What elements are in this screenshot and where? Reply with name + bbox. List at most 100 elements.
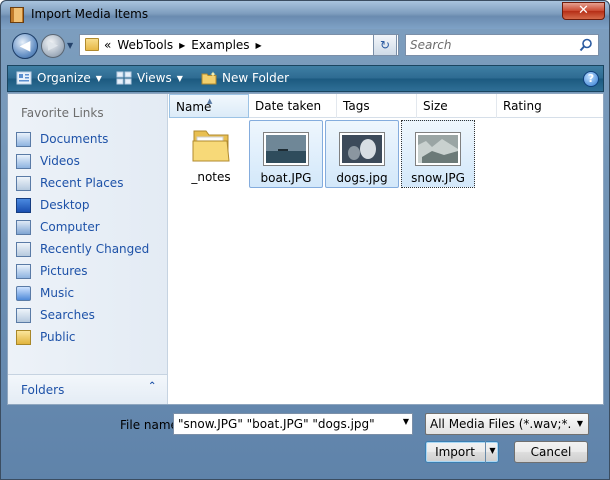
documents-icon <box>16 131 31 147</box>
sidebar-item-pictures[interactable]: Pictures <box>16 260 164 282</box>
close-button[interactable]: ✕ <box>562 2 605 20</box>
title-bar[interactable]: Import Media Items ✕ <box>1 1 609 29</box>
file-type-select[interactable]: All Media Files (*.wav;*.aif;*.ai ▼ <box>425 413 589 435</box>
import-label: Import <box>435 445 475 459</box>
sidebar-item-searches[interactable]: Searches <box>16 304 164 326</box>
file-item-snow[interactable]: snow.JPG <box>401 120 475 188</box>
sidebar-item-label: Pictures <box>40 264 88 278</box>
chevron-right-icon[interactable]: ▶ <box>179 41 185 50</box>
new-folder-label: New Folder <box>222 71 290 85</box>
navigation-pane: Favorite Links Documents Videos Recent P… <box>8 94 168 404</box>
image-thumbnail <box>339 132 385 166</box>
file-name: snow.JPG <box>411 171 465 185</box>
folders-label: Folders <box>21 383 65 397</box>
recent-pages-dropdown[interactable]: ▼ <box>67 41 73 50</box>
import-options-dropdown[interactable]: ▼ <box>485 441 499 463</box>
search-input[interactable]: Search <box>405 34 599 56</box>
column-header-label: Size <box>423 99 448 113</box>
forward-button[interactable]: ▶ <box>41 34 65 58</box>
breadcrumb-overflow[interactable]: « <box>104 38 111 52</box>
column-header-rating[interactable]: Rating <box>497 94 597 118</box>
sidebar-item-computer[interactable]: Computer <box>16 216 164 238</box>
folder-icon <box>192 130 230 162</box>
organize-icon <box>16 71 32 85</box>
views-label: Views <box>137 71 172 85</box>
chevron-down-icon: ▼ <box>95 73 102 83</box>
breadcrumb-webtools[interactable]: WebTools <box>117 38 173 52</box>
search-icon[interactable] <box>579 38 593 52</box>
new-folder-button[interactable]: New Folder <box>201 71 289 85</box>
videos-icon <box>16 153 31 169</box>
new-folder-icon <box>201 71 217 85</box>
import-media-dialog: Import Media Items ✕ ◀ ▶ ▼ « WebTools ▶ … <box>0 0 610 480</box>
chevron-down-icon[interactable]: ▼ <box>403 417 409 426</box>
folder-icon <box>16 329 31 345</box>
column-header-label: Rating <box>503 99 542 113</box>
file-name-input[interactable]: "snow.JPG" "boat.JPG" "dogs.jpg" ▼ <box>173 413 413 435</box>
chevron-right-icon[interactable]: ▶ <box>256 41 262 50</box>
file-name: _notes <box>191 170 231 184</box>
organize-label: Organize <box>37 71 91 85</box>
sidebar-item-public[interactable]: Public <box>16 326 164 348</box>
column-header-label: Tags <box>343 99 370 113</box>
sidebar-item-label: Recently Changed <box>40 242 150 256</box>
desktop-icon <box>16 197 31 213</box>
searches-icon <box>16 307 31 323</box>
sidebar-item-music[interactable]: Music <box>16 282 164 304</box>
chevron-down-icon[interactable]: ▼ <box>572 414 588 434</box>
chevron-up-icon: ⌃ <box>148 381 157 392</box>
file-item-dogs[interactable]: dogs.jpg <box>325 120 399 188</box>
column-header-size[interactable]: Size <box>417 94 497 118</box>
file-name: dogs.jpg <box>336 171 388 185</box>
file-item-notes[interactable]: _notes <box>175 120 249 188</box>
sidebar-item-label: Public <box>40 330 76 344</box>
back-button[interactable]: ◀ <box>12 33 38 59</box>
sidebar-item-label: Music <box>40 286 75 300</box>
image-thumbnail <box>415 132 461 166</box>
views-icon <box>116 71 132 85</box>
column-header-label: Date taken <box>255 99 322 113</box>
chevron-down-icon: ▼ <box>176 73 183 83</box>
sidebar-item-desktop[interactable]: Desktop <box>16 194 164 216</box>
file-list-pane: ▲ Name Date taken Tags Size Rating _note… <box>169 94 603 404</box>
recent-places-icon <box>16 175 31 191</box>
search-placeholder: Search <box>410 38 452 52</box>
column-header-tags[interactable]: Tags <box>337 94 417 118</box>
sidebar-item-recent-places[interactable]: Recent Places <box>16 172 164 194</box>
column-header-date-taken[interactable]: Date taken <box>249 94 337 118</box>
snow-thumbnail-icon <box>418 135 458 163</box>
sidebar-item-label: Searches <box>40 308 95 322</box>
sidebar-item-documents[interactable]: Documents <box>16 128 164 150</box>
sidebar-item-label: Computer <box>40 220 100 234</box>
refresh-button[interactable]: ↻ <box>373 34 397 56</box>
sidebar-item-recently-changed[interactable]: Recently Changed <box>16 238 164 260</box>
command-toolbar: Organize ▼ Views ▼ New Folder ? <box>7 65 604 92</box>
sidebar-item-label: Documents <box>40 132 109 146</box>
file-name: boat.JPG <box>260 171 312 185</box>
help-icon[interactable]: ? <box>583 71 599 87</box>
views-button[interactable]: Views ▼ <box>116 71 183 85</box>
film-icon <box>10 7 24 23</box>
computer-icon <box>16 219 31 235</box>
column-header-name[interactable]: ▲ Name <box>169 94 249 118</box>
content-area: Favorite Links Documents Videos Recent P… <box>7 93 604 405</box>
file-item-boat[interactable]: boat.JPG <box>249 120 323 188</box>
file-name-value: "snow.JPG" "boat.JPG" "dogs.jpg" <box>178 417 375 431</box>
boat-thumbnail-icon <box>266 135 306 163</box>
folders-toggle[interactable]: Folders ⌃ <box>8 374 167 404</box>
organize-button[interactable]: Organize ▼ <box>16 71 102 85</box>
sidebar-item-label: Desktop <box>40 198 90 212</box>
favorite-links-heading: Favorite Links <box>21 106 104 120</box>
file-items: _notes boat.JPG dogs.jpg snow.JPG <box>169 118 603 404</box>
address-bar[interactable]: « WebTools ▶ Examples ▶ ▼ <box>79 34 399 56</box>
sidebar-item-label: Videos <box>40 154 80 168</box>
sort-ascending-icon: ▲ <box>207 97 213 105</box>
cancel-button[interactable]: Cancel <box>514 441 588 463</box>
sidebar-item-videos[interactable]: Videos <box>16 150 164 172</box>
music-icon <box>16 285 31 301</box>
favorite-links-list: Documents Videos Recent Places Desktop C… <box>16 128 164 348</box>
breadcrumb-examples[interactable]: Examples <box>191 38 249 52</box>
column-headers: ▲ Name Date taken Tags Size Rating <box>169 94 603 118</box>
navigation-row: ◀ ▶ ▼ « WebTools ▶ Examples ▶ ▼ ↻ Search <box>1 29 609 63</box>
pictures-icon <box>16 263 31 279</box>
